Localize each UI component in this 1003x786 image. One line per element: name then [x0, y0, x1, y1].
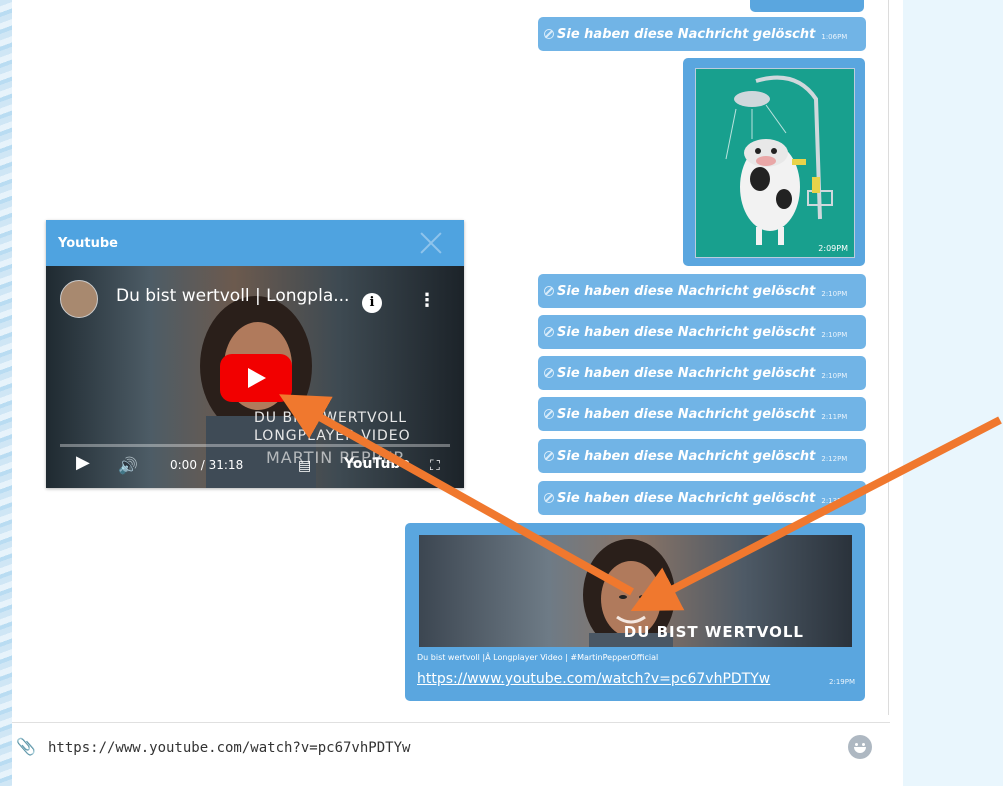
message-composer[interactable]: 📎 [12, 722, 890, 771]
emoji-icon[interactable] [848, 735, 872, 759]
annotation-arrow [630, 416, 1002, 612]
annotation-arrow [279, 394, 634, 596]
paperclip-icon[interactable]: 📎 [16, 737, 36, 756]
annotation-arrows [279, 394, 1002, 612]
message-input[interactable] [46, 739, 810, 757]
